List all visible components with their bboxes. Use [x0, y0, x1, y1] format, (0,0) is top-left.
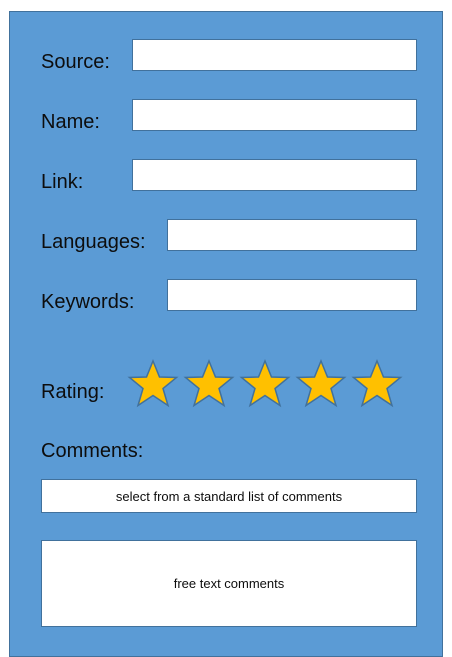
keywords-input[interactable] [167, 279, 417, 311]
keywords-label: Keywords: [41, 291, 135, 313]
rating-stars [127, 358, 403, 410]
languages-label: Languages: [41, 231, 146, 253]
free-text-comments-area[interactable]: free text comments [41, 540, 417, 627]
link-input[interactable] [132, 159, 417, 191]
star-icon[interactable] [351, 358, 403, 410]
rating-label: Rating: [41, 381, 105, 403]
star-icon[interactable] [239, 358, 291, 410]
name-label: Name: [41, 111, 100, 133]
star-icon[interactable] [295, 358, 347, 410]
standard-comments-select[interactable]: select from a standard list of comments [41, 479, 417, 513]
metadata-form-panel: Source: Name: Link: Languages: Keywords:… [9, 11, 443, 657]
link-label: Link: [41, 171, 84, 193]
comments-label: Comments: [41, 440, 144, 462]
source-input[interactable] [132, 39, 417, 71]
star-icon[interactable] [183, 358, 235, 410]
star-icon[interactable] [127, 358, 179, 410]
languages-input[interactable] [167, 219, 417, 251]
name-input[interactable] [132, 99, 417, 131]
source-label: Source: [41, 51, 110, 73]
